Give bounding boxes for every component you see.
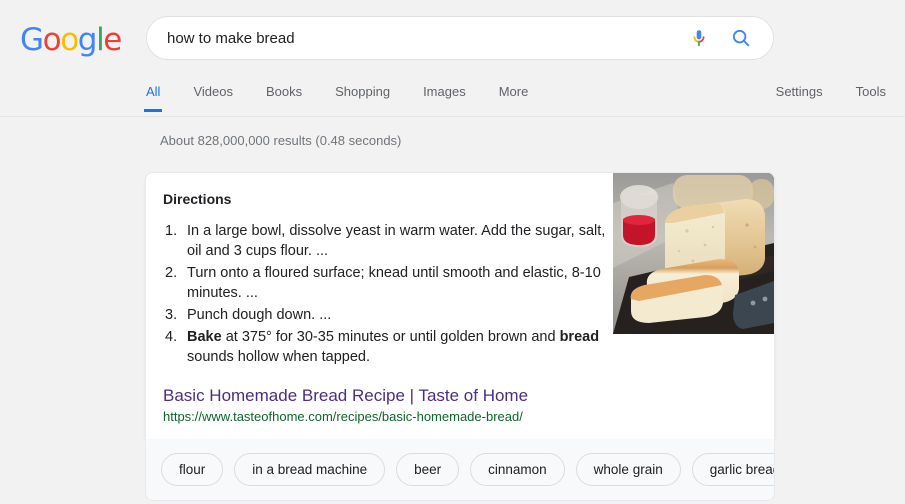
search-box[interactable] xyxy=(146,16,774,60)
logo-letter-g1: G xyxy=(20,22,44,58)
results-area: About 828,000,000 results (0.48 seconds)… xyxy=(0,117,905,501)
step-bold-bread: bread xyxy=(559,329,600,345)
logo-letter-o1: o xyxy=(42,22,62,58)
bread-photo-thumbnail[interactable] xyxy=(613,173,774,334)
direction-step: In a large bowl, dissolve yeast in warm … xyxy=(165,221,606,259)
settings-button[interactable]: Settings xyxy=(776,78,823,112)
related-searches-chips: flour in a bread machine beer cinnamon w… xyxy=(146,439,774,500)
search-header: Google All Videos Books Shopping Images … xyxy=(0,0,905,117)
direction-step: Bake at 375° for 30-35 minutes or until … xyxy=(163,327,608,367)
search-tabs: All Videos Books Shopping Images More Se… xyxy=(143,78,886,117)
organic-result: Basic Homemade Bread Recipe | Taste of H… xyxy=(146,385,774,444)
recipe-card-body: Directions In a large bowl, dissolve yea… xyxy=(146,173,774,385)
related-chip[interactable]: beer xyxy=(396,453,460,486)
related-searches-container: flour in a bread machine beer cinnamon w… xyxy=(145,439,775,501)
result-url[interactable]: https://www.tasteofhome.com/recipes/basi… xyxy=(163,408,756,426)
tab-more[interactable]: More xyxy=(499,78,529,112)
related-chip[interactable]: garlic bread xyxy=(691,453,774,486)
search-input[interactable] xyxy=(147,17,679,59)
directions-steps-list: In a large bowl, dissolve yeast in warm … xyxy=(163,221,608,367)
step-bold-bake: Bake xyxy=(187,329,222,345)
search-icon[interactable] xyxy=(721,17,761,59)
logo-letter-o2: o xyxy=(60,22,79,58)
google-logo[interactable]: Google xyxy=(20,22,122,58)
tab-all[interactable]: All xyxy=(143,78,163,112)
recipe-card: Directions In a large bowl, dissolve yea… xyxy=(145,172,775,445)
related-chip[interactable]: cinnamon xyxy=(470,453,565,486)
tools-button[interactable]: Tools xyxy=(856,78,886,112)
direction-step: Punch dough down. ... xyxy=(165,305,332,325)
related-chip[interactable]: flour xyxy=(161,453,224,486)
logo-letter-e: e xyxy=(103,22,122,58)
step-text-b: sounds hollow when tapped. xyxy=(187,349,370,365)
tab-shopping[interactable]: Shopping xyxy=(335,78,390,112)
tab-books[interactable]: Books xyxy=(266,78,302,112)
tab-images[interactable]: Images xyxy=(423,78,466,112)
related-chip[interactable]: in a bread machine xyxy=(234,453,386,486)
microphone-icon[interactable] xyxy=(679,17,719,59)
direction-step: Turn onto a floured surface; knead until… xyxy=(165,263,601,301)
results-count: About 828,000,000 results (0.48 seconds) xyxy=(160,133,402,148)
tab-videos[interactable]: Videos xyxy=(193,78,233,112)
step-text-a: at 375° for 30-35 minutes or until golde… xyxy=(221,329,560,345)
logo-letter-g2: g xyxy=(77,22,98,58)
result-title-link[interactable]: Basic Homemade Bread Recipe | Taste of H… xyxy=(163,385,756,407)
related-chip[interactable]: whole grain xyxy=(575,453,681,486)
